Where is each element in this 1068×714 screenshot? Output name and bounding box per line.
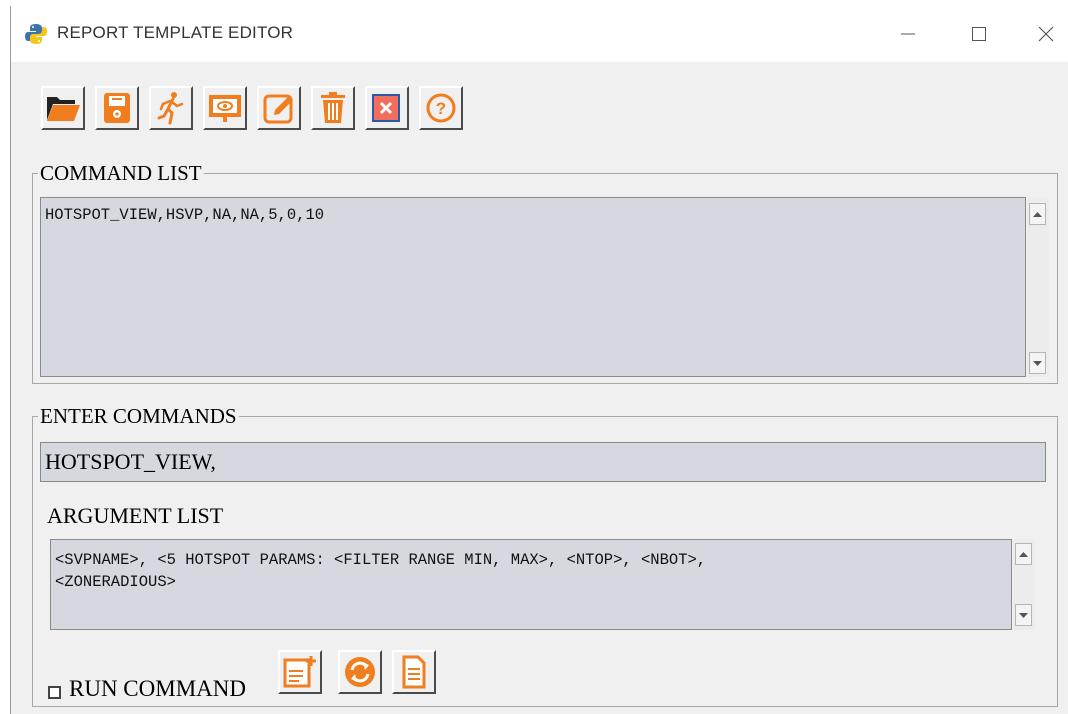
chevron-up-icon bbox=[1033, 211, 1042, 217]
chevron-up-icon bbox=[1019, 551, 1028, 557]
command-list-label: COMMAND LIST bbox=[38, 161, 204, 185]
run-command-label[interactable]: RUN COMMAND bbox=[69, 676, 246, 702]
chevron-down-icon bbox=[1033, 360, 1042, 366]
run-command-checkbox[interactable] bbox=[48, 686, 61, 699]
pencil-edit-icon bbox=[263, 94, 293, 124]
refresh-icon bbox=[345, 657, 375, 687]
minimize-icon bbox=[901, 33, 915, 35]
running-person-icon bbox=[157, 92, 184, 125]
argument-list-line-2[interactable]: <ZONERADIOUS> bbox=[55, 571, 176, 593]
edit-button[interactable] bbox=[257, 86, 301, 130]
argument-list-scroll-up[interactable] bbox=[1015, 543, 1032, 565]
close-box-icon bbox=[372, 94, 400, 122]
argument-list-scroll-down[interactable] bbox=[1015, 604, 1032, 626]
question-icon: ? bbox=[426, 93, 456, 123]
maximize-button[interactable] bbox=[959, 14, 999, 54]
add-document-button[interactable] bbox=[278, 650, 322, 694]
python-logo-icon bbox=[25, 23, 47, 45]
window-title: REPORT TEMPLATE EDITOR bbox=[57, 23, 294, 42]
command-list-item[interactable]: HOTSPOT_VIEW,HSVP,NA,NA,5,0,10 bbox=[45, 206, 324, 224]
argument-list-box[interactable]: <SVPNAME>, <5 HOTSPOT PARAMS: <FILTER RA… bbox=[50, 539, 1012, 630]
maximize-icon bbox=[972, 27, 986, 41]
title-bar: REPORT TEMPLATE EDITOR bbox=[11, 6, 1068, 62]
run-button[interactable] bbox=[149, 86, 193, 130]
close-icon bbox=[1038, 26, 1054, 42]
minimize-button[interactable] bbox=[888, 14, 928, 54]
folder-open-icon bbox=[47, 97, 80, 121]
add-document-icon bbox=[283, 656, 316, 688]
delete-button[interactable] bbox=[311, 86, 355, 130]
document-icon bbox=[402, 655, 426, 689]
trash-can-icon bbox=[321, 92, 345, 123]
preview-button[interactable] bbox=[203, 86, 247, 130]
svg-text:?: ? bbox=[436, 99, 446, 118]
argument-list-label: ARGUMENT LIST bbox=[47, 503, 224, 528]
command-list-scroll-down[interactable] bbox=[1029, 352, 1046, 374]
open-folder-button[interactable] bbox=[41, 86, 85, 130]
floppy-disk-icon bbox=[104, 93, 130, 123]
clear-button[interactable] bbox=[365, 86, 409, 130]
refresh-button[interactable] bbox=[338, 650, 382, 694]
command-list-box[interactable]: HOTSPOT_VIEW,HSVP,NA,NA,5,0,10 bbox=[40, 197, 1026, 377]
help-button[interactable]: ? bbox=[419, 86, 463, 130]
save-button[interactable] bbox=[95, 86, 139, 130]
report-template-editor-window: REPORT TEMPLATE EDITOR ? COMMAND LIST HO… bbox=[10, 6, 1068, 714]
enter-commands-label: ENTER COMMANDS bbox=[38, 404, 239, 428]
argument-list-line-1[interactable]: <SVPNAME>, <5 HOTSPOT PARAMS: <FILTER RA… bbox=[55, 549, 706, 571]
close-window-button[interactable] bbox=[1026, 14, 1066, 54]
command-list-scroll-up[interactable] bbox=[1029, 203, 1046, 225]
document-button[interactable] bbox=[392, 650, 436, 694]
chevron-down-icon bbox=[1019, 612, 1028, 618]
eye-screen-icon bbox=[209, 95, 241, 122]
command-input[interactable]: HOTSPOT_VIEW, bbox=[40, 442, 1046, 482]
